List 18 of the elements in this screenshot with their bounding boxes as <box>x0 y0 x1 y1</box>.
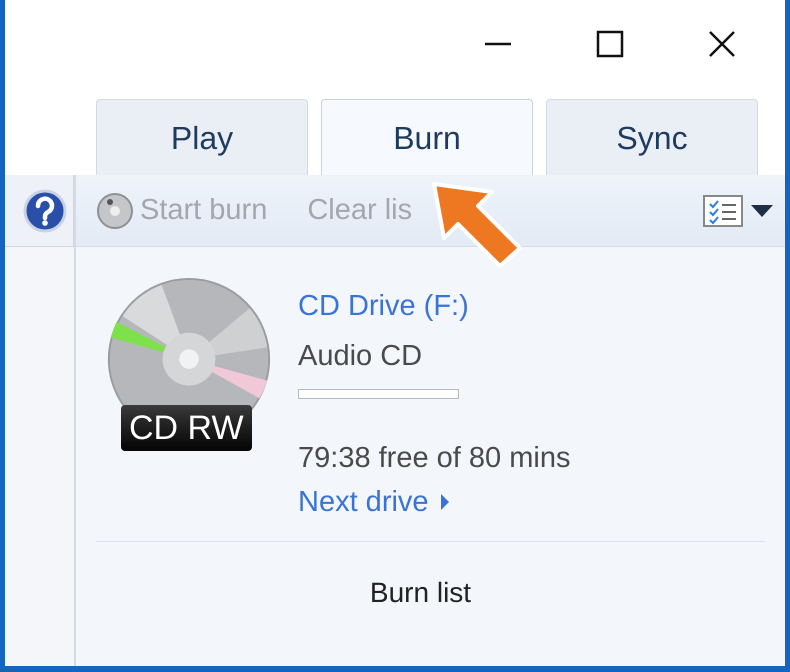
checklist-icon <box>703 194 743 226</box>
caret-icon <box>440 494 449 510</box>
disc-label: CD RW <box>121 405 252 451</box>
tab[interactable]: Burn <box>321 99 533 175</box>
list-title: Burn list <box>370 576 472 610</box>
tab[interactable]: Play <box>96 99 308 175</box>
tab[interactable]: Sync <box>546 99 758 175</box>
free-space: 79:38 free of 80 mins <box>298 441 570 476</box>
next-drive-link[interactable]: Next drive <box>298 483 570 521</box>
drive-link[interactable]: CD Drive (F:) <box>298 287 570 325</box>
arrow-icon <box>430 180 525 270</box>
help-icon[interactable] <box>23 188 67 232</box>
caret-icon <box>751 204 773 216</box>
media-type: Audio CD <box>298 339 424 374</box>
close-icon[interactable] <box>707 29 737 59</box>
maximize-icon[interactable] <box>595 29 625 59</box>
disc-icon <box>96 192 134 230</box>
list-options-button[interactable] <box>703 194 773 226</box>
